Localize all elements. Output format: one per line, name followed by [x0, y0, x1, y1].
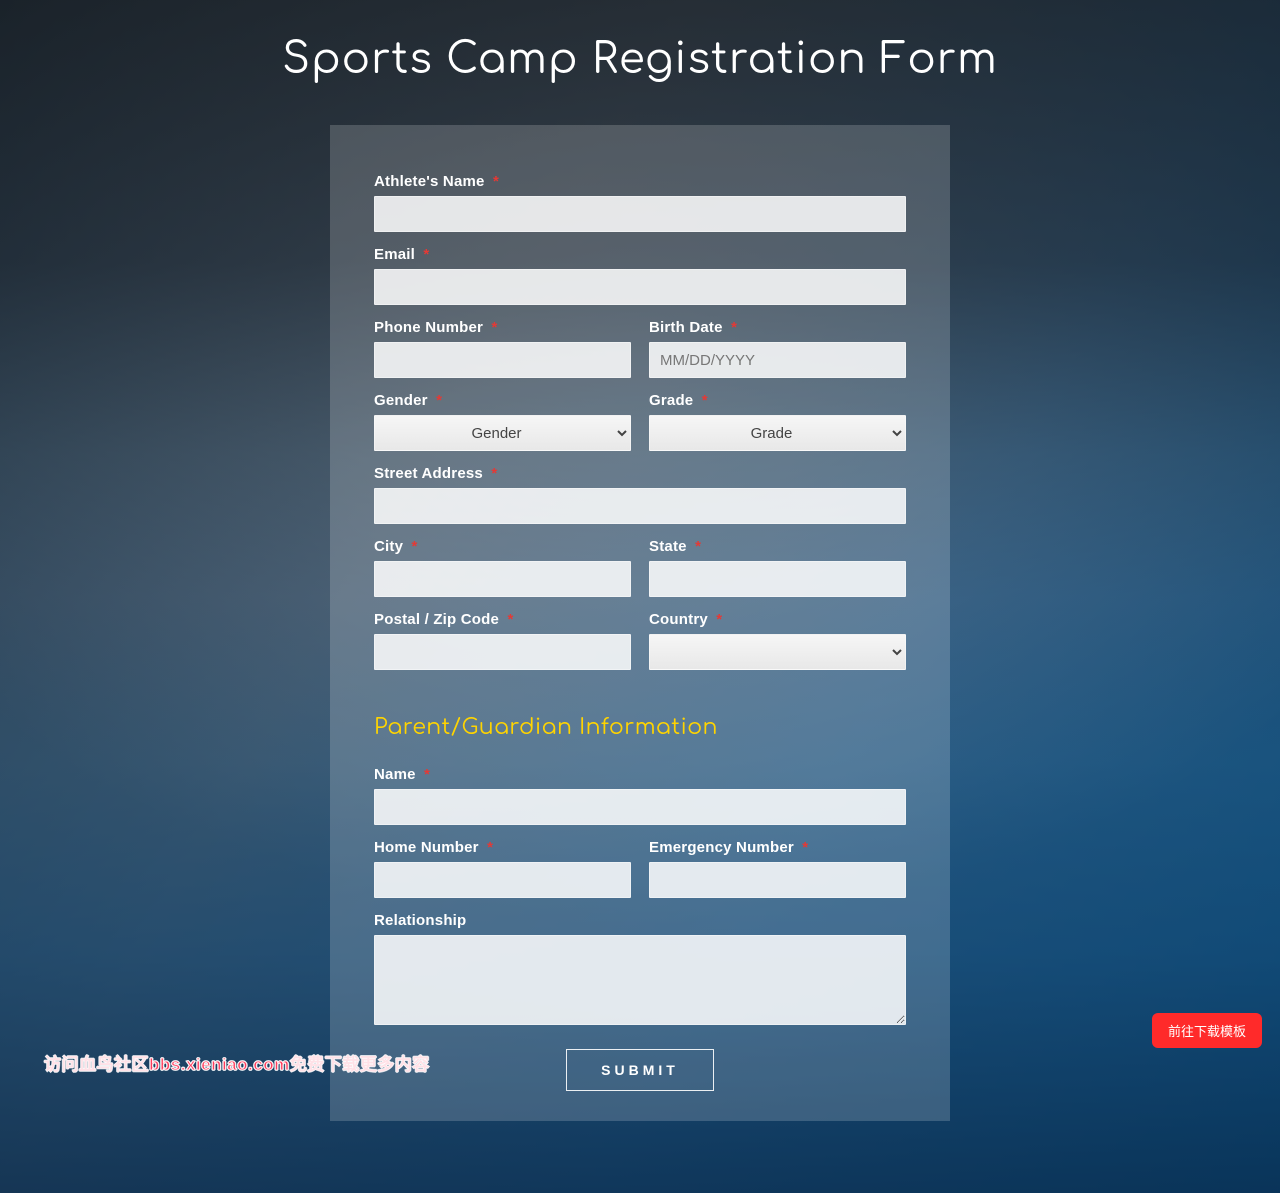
label-text: Street Address	[374, 465, 483, 482]
required-marker: *	[412, 538, 418, 555]
email-input[interactable]	[374, 269, 906, 305]
required-marker: *	[802, 839, 808, 856]
street-address-label: Street Address *	[374, 465, 906, 482]
phone-label: Phone Number *	[374, 319, 631, 336]
required-marker: *	[423, 246, 429, 263]
country-label: Country *	[649, 611, 906, 628]
label-text: Email	[374, 246, 415, 263]
label-text: Name	[374, 766, 416, 783]
label-text: Gender	[374, 392, 428, 409]
state-label: State *	[649, 538, 906, 555]
state-input[interactable]	[649, 561, 906, 597]
birth-date-input[interactable]	[649, 342, 906, 378]
required-marker: *	[507, 611, 513, 628]
guardian-section-title: Parent/Guardian Information	[374, 716, 906, 740]
street-address-input[interactable]	[374, 488, 906, 524]
city-label: City *	[374, 538, 631, 555]
page-title: Sports Camp Registration Form	[0, 0, 1280, 111]
postal-code-input[interactable]	[374, 634, 631, 670]
required-marker: *	[731, 319, 737, 336]
label-text: Grade	[649, 392, 693, 409]
registration-form-card: Athlete's Name * Email * Phone Number	[330, 125, 950, 1121]
birth-date-label: Birth Date *	[649, 319, 906, 336]
required-marker: *	[487, 839, 493, 856]
required-marker: *	[436, 392, 442, 409]
relationship-textarea[interactable]	[374, 935, 906, 1025]
required-marker: *	[716, 611, 722, 628]
label-text: Relationship	[374, 912, 466, 929]
required-marker: *	[493, 173, 499, 190]
label-text: Home Number	[374, 839, 479, 856]
label-text: City	[374, 538, 403, 555]
label-text: Emergency Number	[649, 839, 794, 856]
gender-select[interactable]: Gender	[374, 415, 631, 451]
home-number-input[interactable]	[374, 862, 631, 898]
postal-code-label: Postal / Zip Code *	[374, 611, 631, 628]
emergency-number-label: Emergency Number *	[649, 839, 906, 856]
required-marker: *	[491, 465, 497, 482]
label-text: Birth Date	[649, 319, 723, 336]
label-text: Postal / Zip Code	[374, 611, 499, 628]
label-text: Athlete's Name	[374, 173, 485, 190]
home-number-label: Home Number *	[374, 839, 631, 856]
label-text: State	[649, 538, 687, 555]
relationship-label: Relationship	[374, 912, 906, 929]
submit-button[interactable]: SUBMIT	[566, 1049, 714, 1091]
grade-select[interactable]: Grade	[649, 415, 906, 451]
label-text: Phone Number	[374, 319, 483, 336]
download-template-button[interactable]: 前往下载模板	[1152, 1013, 1262, 1048]
required-marker: *	[695, 538, 701, 555]
emergency-number-input[interactable]	[649, 862, 906, 898]
guardian-name-label: Name *	[374, 766, 906, 783]
athlete-name-label: Athlete's Name *	[374, 173, 906, 190]
phone-input[interactable]	[374, 342, 631, 378]
required-marker: *	[424, 766, 430, 783]
required-marker: *	[491, 319, 497, 336]
grade-label: Grade *	[649, 392, 906, 409]
email-label: Email *	[374, 246, 906, 263]
required-marker: *	[702, 392, 708, 409]
country-select[interactable]	[649, 634, 906, 670]
label-text: Country	[649, 611, 708, 628]
athlete-name-input[interactable]	[374, 196, 906, 232]
city-input[interactable]	[374, 561, 631, 597]
gender-label: Gender *	[374, 392, 631, 409]
guardian-name-input[interactable]	[374, 789, 906, 825]
